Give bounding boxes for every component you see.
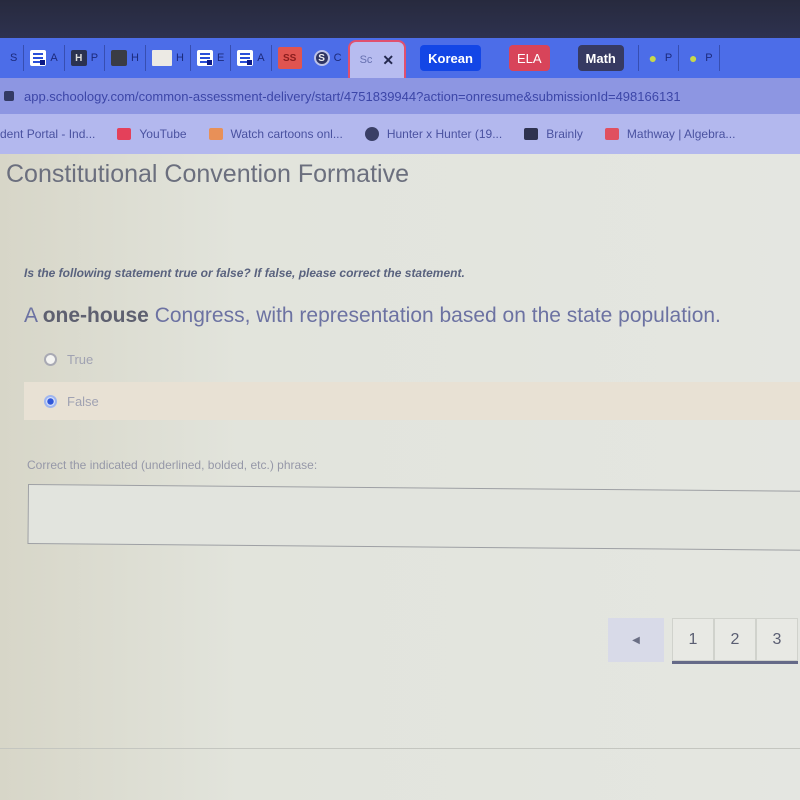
- option-label: True: [67, 351, 94, 367]
- question-pagination: ◀ 1 2 3: [608, 618, 798, 664]
- browser-tab-bar: S A H P H H E A SS S C Sc ✕ Korean ELA M…: [0, 38, 800, 78]
- radio-button-checked[interactable]: [44, 394, 57, 408]
- monitor-bezel: [0, 0, 800, 40]
- mathway-icon: [604, 128, 619, 140]
- browser-tab[interactable]: S: [4, 45, 25, 71]
- question-statement: A one-house Congress, with representatio…: [24, 304, 721, 328]
- tab-label: Sc: [359, 54, 373, 66]
- correction-input[interactable]: [27, 484, 800, 551]
- tab-label: H: [175, 52, 184, 64]
- pear-icon: ●: [648, 50, 658, 66]
- tab-label: P: [90, 52, 99, 64]
- browser-tab[interactable]: A: [24, 45, 65, 71]
- tab-label: P: [705, 52, 713, 64]
- browser-tab[interactable]: S C: [308, 45, 348, 71]
- browser-tab[interactable]: ● P: [637, 45, 680, 71]
- browser-tab[interactable]: SS: [272, 45, 308, 71]
- bookmark-label: YouTube: [139, 127, 187, 141]
- option-label: False: [67, 393, 99, 409]
- divider: [0, 748, 800, 749]
- google-docs-icon: [30, 50, 47, 66]
- page-list: 1 2 3: [672, 618, 798, 664]
- browser-tab[interactable]: H P: [65, 45, 106, 71]
- previous-button[interactable]: ◀: [608, 618, 664, 662]
- address-bar[interactable]: app.schoology.com/common-assessment-deli…: [0, 78, 800, 114]
- google-docs-icon: [237, 50, 254, 66]
- correction-label: Correct the indicated (underlined, bolde…: [27, 458, 318, 472]
- browser-tab[interactable]: E: [191, 45, 232, 71]
- page-button-2[interactable]: 2: [714, 618, 756, 661]
- tab-label: E: [216, 52, 225, 64]
- tab-label: C: [333, 52, 342, 64]
- assessment-page: Constitutional Convention Formative Is t…: [0, 154, 800, 800]
- page-title: Constitutional Convention Formative: [6, 160, 409, 188]
- bookmark-label: Watch cartoons onl...: [230, 127, 343, 141]
- h-icon: H: [70, 50, 87, 66]
- bookmark-watch-cartoons[interactable]: Watch cartoons onl...: [208, 127, 343, 141]
- option-true[interactable]: True: [24, 340, 800, 378]
- url-text[interactable]: app.schoology.com/common-assessment-deli…: [24, 89, 681, 104]
- schoology-icon: S: [313, 50, 330, 66]
- globe-icon: [364, 127, 379, 141]
- pear-icon: ●: [688, 50, 698, 66]
- google-docs-icon: [196, 50, 213, 66]
- ss-icon: SS: [277, 47, 302, 69]
- lock-icon: [4, 91, 14, 101]
- tab-label: A: [257, 52, 265, 64]
- tab-label: S: [10, 52, 18, 64]
- statement-bold-phrase: one-house: [42, 304, 149, 327]
- statement-prefix: A: [24, 304, 43, 327]
- browser-tab[interactable]: A: [231, 45, 272, 71]
- card-icon: [151, 50, 172, 66]
- bookmark-label: dent Portal - Ind...: [0, 127, 96, 141]
- image-icon: [111, 50, 128, 66]
- statement-rest: Congress, with representation based on t…: [148, 304, 721, 327]
- active-tab[interactable]: Sc ✕: [347, 40, 407, 78]
- browser-tab[interactable]: H: [146, 45, 191, 71]
- bookmark-youtube[interactable]: YouTube: [117, 127, 187, 141]
- tab-group-korean[interactable]: Korean: [420, 45, 481, 71]
- brainly-icon: [524, 128, 539, 140]
- youtube-icon: [117, 128, 132, 140]
- question-instructions: Is the following statement true or false…: [24, 266, 465, 280]
- tab-label: P: [664, 52, 673, 64]
- tab-group-ela[interactable]: ELA: [508, 45, 550, 71]
- option-false[interactable]: False: [24, 382, 800, 420]
- bookmark-label: Brainly: [546, 127, 583, 141]
- tab-group-math[interactable]: Math: [577, 45, 624, 71]
- cartoons-icon: [208, 128, 223, 140]
- page-button-1[interactable]: 1: [672, 618, 714, 661]
- browser-tab[interactable]: H: [105, 45, 146, 71]
- bookmark-label: Hunter x Hunter (19...: [386, 127, 503, 141]
- page-button-3[interactable]: 3: [756, 618, 798, 661]
- close-icon[interactable]: ✕: [382, 52, 394, 69]
- chevron-left-icon: ◀: [632, 634, 640, 646]
- bookmark-student-portal[interactable]: dent Portal - Ind...: [0, 127, 95, 141]
- bookmarks-bar: dent Portal - Ind... YouTube Watch carto…: [0, 114, 800, 154]
- tab-label: A: [50, 52, 58, 64]
- radio-button[interactable]: [44, 352, 57, 366]
- browser-tab[interactable]: ● P: [679, 45, 720, 71]
- bookmark-label: Mathway | Algebra...: [626, 127, 736, 141]
- bookmark-mathway[interactable]: Mathway | Algebra...: [604, 127, 736, 141]
- bookmark-brainly[interactable]: Brainly: [524, 127, 583, 141]
- bookmark-hunter-x-hunter[interactable]: Hunter x Hunter (19...: [364, 127, 503, 141]
- tab-label: H: [131, 52, 139, 64]
